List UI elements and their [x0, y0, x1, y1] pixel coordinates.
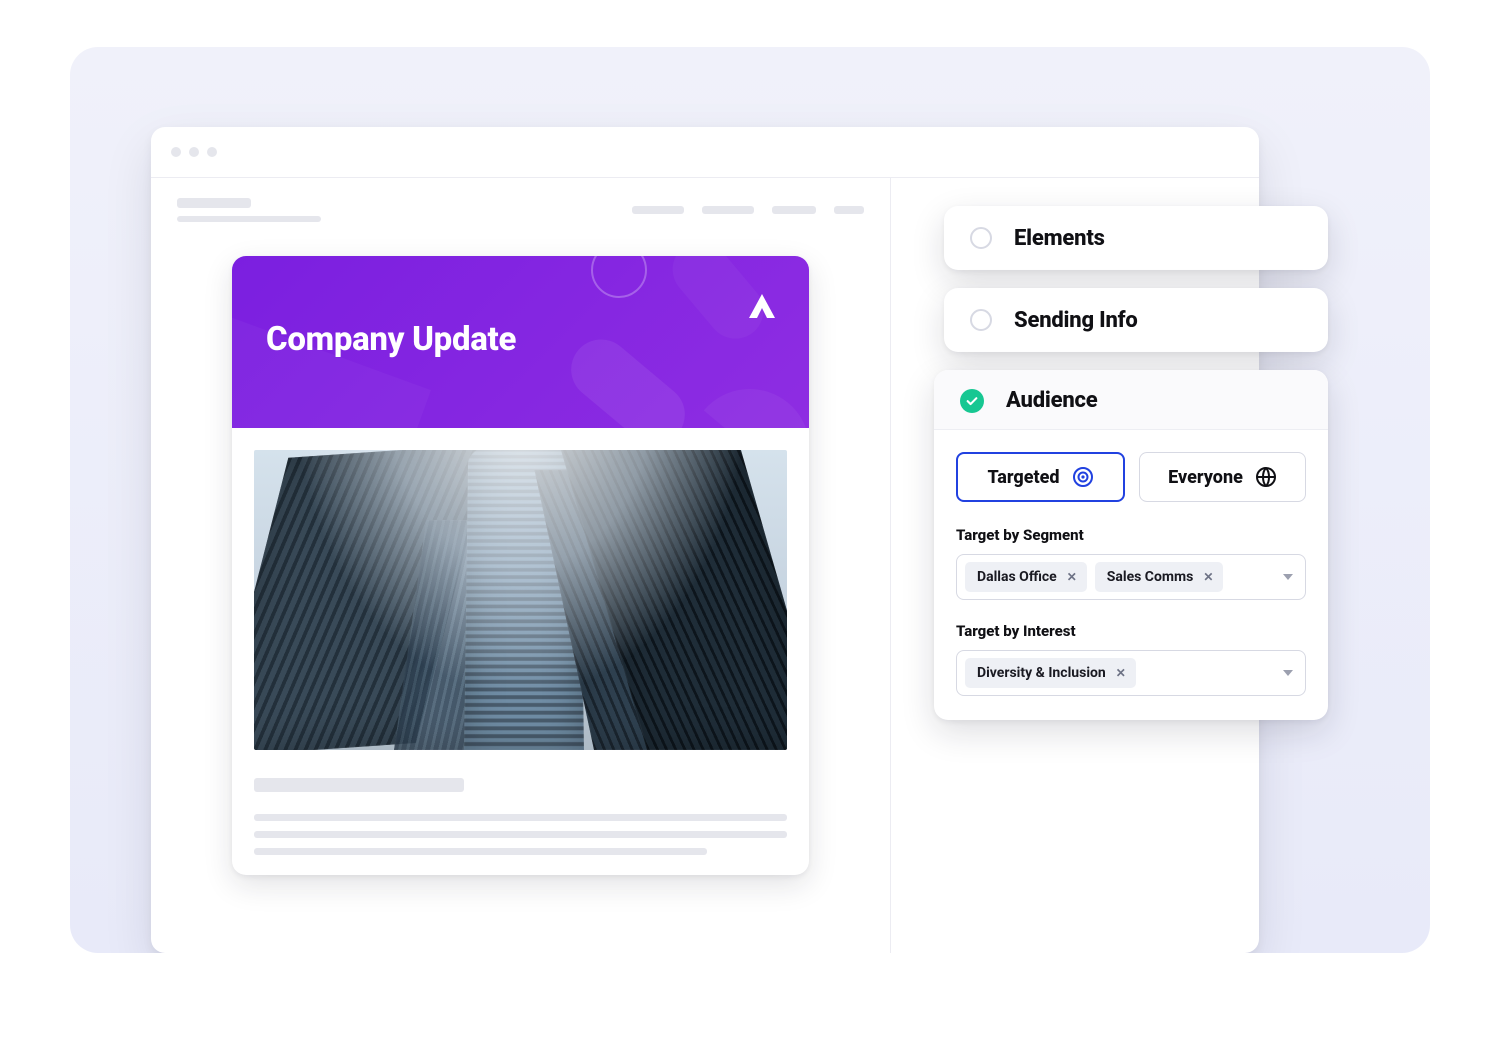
- globe-icon: [1255, 466, 1277, 488]
- radio-unchecked-icon[interactable]: [970, 309, 992, 331]
- segment-chip[interactable]: Dallas Office ✕: [965, 562, 1087, 592]
- audience-mode-toggle: Targeted Everyone: [956, 452, 1306, 502]
- chip-label: Dallas Office: [977, 569, 1057, 585]
- chevron-down-icon[interactable]: [1283, 670, 1293, 676]
- app-brand-placeholder: [177, 198, 321, 222]
- banner-decoration: [591, 256, 647, 298]
- chip-label: Sales Comms: [1107, 569, 1194, 585]
- interest-chip[interactable]: Diversity & Inclusion ✕: [965, 658, 1136, 688]
- remove-chip-icon[interactable]: ✕: [1067, 570, 1077, 584]
- radio-unchecked-icon[interactable]: [970, 227, 992, 249]
- everyone-label: Everyone: [1168, 467, 1243, 488]
- window-control-close[interactable]: [171, 147, 181, 157]
- panel-audience-header[interactable]: Audience: [934, 370, 1328, 430]
- target-by-interest-input[interactable]: Diversity & Inclusion ✕: [956, 650, 1306, 696]
- text-ghost: [254, 848, 707, 855]
- brand-logo-icon: [745, 292, 779, 320]
- nav-ghost-2: [702, 206, 754, 214]
- target-icon: [1072, 466, 1094, 488]
- nav-ghost-4: [834, 206, 864, 214]
- email-body-placeholder: [232, 750, 809, 875]
- segment-chip[interactable]: Sales Comms ✕: [1095, 562, 1224, 592]
- panel-audience-label: Audience: [1006, 388, 1098, 413]
- email-preview-card[interactable]: Company Update: [232, 256, 809, 875]
- heading-ghost: [254, 778, 464, 792]
- panel-elements[interactable]: Elements: [944, 206, 1328, 270]
- brand-ghost: [177, 198, 251, 208]
- stage: Company Update: [70, 47, 1430, 953]
- target-by-interest-label: Target by Interest: [956, 622, 1306, 640]
- email-banner-title: Company Update: [266, 320, 516, 359]
- nav-ghost-3: [772, 206, 816, 214]
- target-by-segment-label: Target by Segment: [956, 526, 1306, 544]
- panel-elements-label: Elements: [1014, 226, 1105, 251]
- chevron-down-icon[interactable]: [1283, 574, 1293, 580]
- audience-mode-everyone[interactable]: Everyone: [1139, 452, 1306, 502]
- chip-label: Diversity & Inclusion: [977, 665, 1106, 681]
- editor-header: [177, 198, 864, 222]
- remove-chip-icon[interactable]: ✕: [1116, 666, 1126, 680]
- remove-chip-icon[interactable]: ✕: [1203, 570, 1213, 584]
- nav-ghost-1: [632, 206, 684, 214]
- window-control-minimize[interactable]: [189, 147, 199, 157]
- panel-sending-info[interactable]: Sending Info: [944, 288, 1328, 352]
- audience-mode-targeted[interactable]: Targeted: [956, 452, 1125, 502]
- check-circle-icon: [960, 389, 984, 413]
- window-control-zoom[interactable]: [207, 147, 217, 157]
- email-hero-image: [254, 450, 787, 750]
- email-banner: Company Update: [232, 256, 809, 428]
- banner-decoration: [559, 327, 697, 428]
- panel-audience: Audience Targeted Everyone Target by Seg…: [934, 370, 1328, 720]
- panel-audience-body: Targeted Everyone Target by Segment Dall…: [934, 430, 1328, 696]
- text-ghost: [254, 831, 787, 838]
- panel-sending-info-label: Sending Info: [1014, 308, 1138, 333]
- targeted-label: Targeted: [987, 467, 1059, 488]
- banner-decoration: [704, 364, 809, 428]
- target-by-segment-input[interactable]: Dallas Office ✕ Sales Comms ✕: [956, 554, 1306, 600]
- editor-pane: Company Update: [151, 177, 891, 953]
- editor-nav-placeholder: [632, 206, 864, 214]
- brand-subtitle-ghost: [177, 216, 321, 222]
- browser-chrome: [151, 127, 1259, 177]
- text-ghost: [254, 814, 787, 821]
